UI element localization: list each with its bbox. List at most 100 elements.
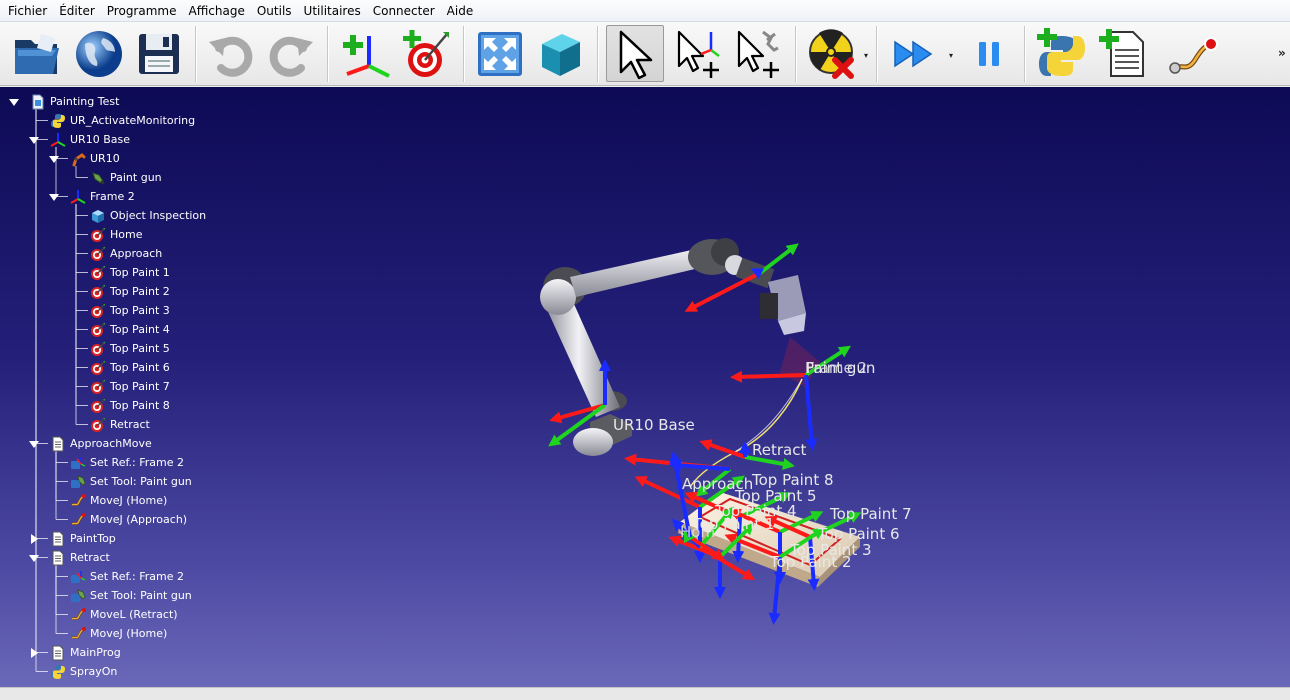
collapse-arrow-icon[interactable] xyxy=(28,134,40,146)
collapse-arrow-icon[interactable] xyxy=(48,153,60,165)
tree-item-movej-home[interactable]: MoveJ (Home) xyxy=(70,491,167,510)
tree-item-retract[interactable]: Retract xyxy=(90,415,150,434)
save-button[interactable] xyxy=(130,25,188,82)
tree-item-label: Top Paint 2 xyxy=(110,285,170,298)
tree-item-top-paint-5[interactable]: Top Paint 5 xyxy=(90,339,170,358)
target-icon xyxy=(90,360,106,376)
add-instruction-button[interactable] xyxy=(1164,25,1222,82)
tree-item-set-tool-paint-gun[interactable]: Set Tool: Paint gun xyxy=(70,586,192,605)
move-reference-frame-button[interactable] xyxy=(668,25,726,82)
tree-item-set-ref-frame-2[interactable]: Set Ref.: Frame 2 xyxy=(70,567,184,586)
collision-check-button[interactable] xyxy=(802,25,860,82)
menu-utilitaires[interactable]: Utilitaires xyxy=(298,0,367,22)
redo-icon xyxy=(269,36,313,77)
online-library-icon xyxy=(76,30,122,77)
collapse-arrow-icon[interactable] xyxy=(28,438,40,450)
settool-icon xyxy=(70,588,86,604)
tree-item-painttop[interactable]: PaintTop xyxy=(50,529,116,548)
tree-item-ur10-base[interactable]: UR10 Base xyxy=(50,130,130,149)
add-program-button[interactable] xyxy=(1094,25,1152,82)
expand-arrow-icon[interactable] xyxy=(28,533,40,545)
program-icon xyxy=(50,531,66,547)
tree-item-top-paint-4[interactable]: Top Paint 4 xyxy=(90,320,170,339)
tree-item-sprayon[interactable]: SprayOn xyxy=(50,662,117,681)
tree-item-movel-retract[interactable]: MoveL (Retract) xyxy=(70,605,178,624)
label-home[interactable]: Home xyxy=(680,523,724,541)
tree-item-frame-2[interactable]: Frame 2 xyxy=(70,187,135,206)
tree-item-painting-test[interactable]: Painting Test xyxy=(30,92,119,111)
tree-item-approach[interactable]: Approach xyxy=(90,244,162,263)
target-icon xyxy=(90,379,106,395)
label-ur10-base[interactable]: UR10 Base xyxy=(613,416,695,434)
tree-item-set-ref-frame-2[interactable]: Set Ref.: Frame 2 xyxy=(70,453,184,472)
station-tree[interactable]: Painting Test UR_ActivateMonitoring UR10 B… xyxy=(0,87,300,687)
fit-all-button[interactable] xyxy=(471,25,529,82)
move-tool-frame-icon xyxy=(737,30,779,78)
tree-item-label: MoveJ (Home) xyxy=(90,627,168,640)
tree-item-label: SprayOn xyxy=(70,665,118,678)
tree-item-label: Home xyxy=(110,228,143,241)
open-button[interactable] xyxy=(8,25,66,82)
tree-item-ur-activatemonitoring[interactable]: UR_ActivateMonitoring xyxy=(50,111,195,130)
target-icon xyxy=(90,303,106,319)
tree-item-home[interactable]: Home xyxy=(90,225,142,244)
label-top-paint-7[interactable]: Top Paint 7 xyxy=(829,505,912,523)
add-target-button[interactable] xyxy=(396,25,454,82)
collapse-arrow-icon[interactable] xyxy=(48,191,60,203)
tree-item-retract[interactable]: Retract xyxy=(50,548,110,567)
view-3d-button[interactable] xyxy=(531,25,589,82)
undo-button[interactable] xyxy=(202,25,260,82)
move-tool-frame-button[interactable] xyxy=(728,25,786,82)
tree-item-top-paint-8[interactable]: Top Paint 8 xyxy=(90,396,170,415)
label-frame-2[interactable]: Frame 2 xyxy=(806,359,867,377)
move-icon xyxy=(70,493,86,509)
fast-simulation-button[interactable] xyxy=(886,25,944,82)
tree-item-ur10[interactable]: UR10 xyxy=(70,149,120,168)
tree-item-set-tool-paint-gun[interactable]: Set Tool: Paint gun xyxy=(70,472,192,491)
tree-item-mainprog[interactable]: MainProg xyxy=(50,643,121,662)
add-python-program-button[interactable] xyxy=(1032,25,1090,82)
tree-item-label: MainProg xyxy=(70,646,121,659)
label-retract[interactable]: Retract xyxy=(752,441,806,459)
menu-affichage[interactable]: Affichage xyxy=(182,0,250,22)
label-top-paint-2[interactable]: Top Paint 2 xyxy=(769,553,852,571)
tree-item-label: Top Paint 3 xyxy=(110,304,170,317)
menu-editer[interactable]: Éditer xyxy=(53,0,101,22)
tree-item-label: MoveJ (Home) xyxy=(90,494,168,507)
tree-item-top-paint-7[interactable]: Top Paint 7 xyxy=(90,377,170,396)
online-library-button[interactable] xyxy=(70,25,128,82)
tree-item-approachmove[interactable]: ApproachMove xyxy=(50,434,152,453)
expand-arrow-icon[interactable] xyxy=(28,647,40,659)
toolbar-overflow-button[interactable]: » xyxy=(1278,46,1286,60)
target-icon xyxy=(90,417,106,433)
menu-programme[interactable]: Programme xyxy=(101,0,183,22)
tree-item-top-paint-6[interactable]: Top Paint 6 xyxy=(90,358,170,377)
tree-item-paint-gun[interactable]: Paint gun xyxy=(90,168,162,187)
tree-item-top-paint-1[interactable]: Top Paint 1 xyxy=(90,263,170,282)
add-python-program-icon xyxy=(1037,27,1085,76)
add-reference-frame-button[interactable] xyxy=(336,25,394,82)
tree-item-movej-home[interactable]: MoveJ (Home) xyxy=(70,624,167,643)
menu-connecter[interactable]: Connecter xyxy=(367,0,441,22)
3d-viewport[interactable]: UR10 Base Paint gun Frame 2 Retract Top … xyxy=(0,87,1290,687)
redo-button[interactable] xyxy=(262,25,320,82)
select-button[interactable] xyxy=(606,25,664,82)
menu-outils[interactable]: Outils xyxy=(251,0,298,22)
tree-item-object-inspection[interactable]: Object Inspection xyxy=(90,206,206,225)
pause-button[interactable] xyxy=(960,25,1018,82)
tree-item-label: Top Paint 8 xyxy=(110,399,170,412)
tree-item-movej-approach[interactable]: MoveJ (Approach) xyxy=(70,510,187,529)
toolbar: ▾ ▾ » xyxy=(0,22,1290,86)
tree-item-top-paint-3[interactable]: Top Paint 3 xyxy=(90,301,170,320)
save-icon xyxy=(139,33,179,74)
tree-item-label: PaintTop xyxy=(70,532,116,545)
menu-fichier[interactable]: Fichier xyxy=(2,0,53,22)
undo-icon xyxy=(209,36,253,77)
tree-item-label: Top Paint 7 xyxy=(110,380,170,393)
collapse-arrow-icon[interactable] xyxy=(8,96,20,108)
tree-item-top-paint-2[interactable]: Top Paint 2 xyxy=(90,282,170,301)
menu-aide[interactable]: Aide xyxy=(441,0,480,22)
collapse-arrow-icon[interactable] xyxy=(28,552,40,564)
tree-item-label: Top Paint 1 xyxy=(110,266,170,279)
tree-item-label: Painting Test xyxy=(50,95,120,108)
